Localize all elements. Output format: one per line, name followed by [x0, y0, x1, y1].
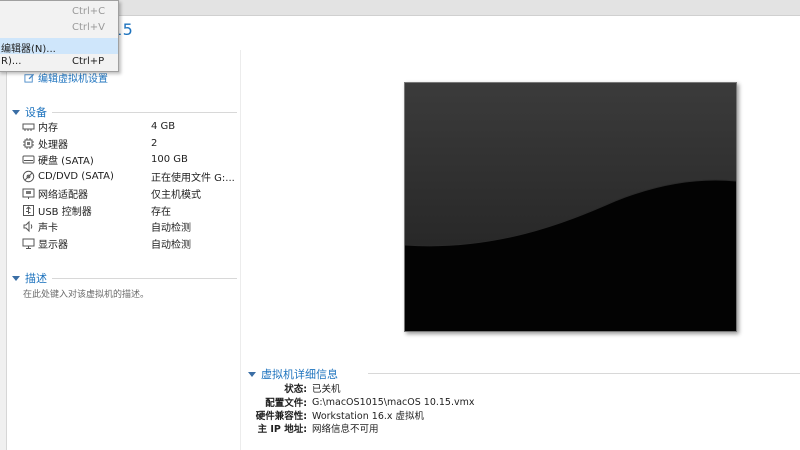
title-bar [0, 0, 800, 16]
detail-value: 网络信息不可用 [312, 424, 379, 435]
device-value: 存在 [151, 206, 171, 218]
menu-item-print[interactable]: R)... Ctrl+P [0, 54, 118, 70]
device-value: 自动检测 [151, 222, 191, 234]
vm-preview-image [405, 83, 736, 331]
library-pane-edge [0, 15, 7, 450]
device-row-display[interactable]: 显示器 自动检测 [22, 235, 237, 251]
detail-label: 状态: [284, 384, 307, 395]
device-value: 4 GB [151, 120, 176, 132]
memory-icon [22, 123, 35, 131]
section-divider [52, 277, 237, 279]
device-row-memory[interactable]: 内存 4 GB [22, 118, 237, 134]
device-value: 自动检测 [151, 239, 191, 251]
detail-row-status: 状态: 已关机 [250, 381, 790, 395]
device-row-cd-dvd[interactable]: CD/DVD (SATA) 正在使用文件 G:... [22, 168, 237, 184]
network-adapter-icon [22, 188, 35, 199]
description-section-header[interactable]: 描述 [12, 270, 237, 286]
description-header-label: 描述 [25, 272, 47, 285]
device-value: 正在使用文件 G:... [151, 172, 235, 184]
device-name: 声卡 [38, 222, 58, 234]
menu-item-label: R)... [1, 56, 22, 67]
sound-card-icon [23, 220, 33, 232]
detail-row-ip-address: 主 IP 地址: 网络信息不可用 [250, 421, 790, 435]
device-value: 2 [151, 137, 158, 149]
detail-value: 已关机 [312, 384, 341, 395]
monitor-icon [22, 238, 35, 249]
device-row-network-adapter[interactable]: 网络适配器 仅主机模式 [22, 185, 237, 201]
cpu-icon [23, 137, 34, 149]
context-menu: Ctrl+C Ctrl+V 编辑器(N)... R)... Ctrl+P [0, 0, 119, 72]
menu-item-paste[interactable]: Ctrl+V [0, 20, 118, 36]
device-name: 处理器 [38, 139, 68, 151]
section-divider [368, 373, 800, 374]
detail-label: 硬件兼容性: [255, 411, 307, 422]
cd-dvd-icon [22, 170, 35, 182]
device-name: 硬盘 (SATA) [38, 155, 94, 167]
device-value: 100 GB [151, 153, 188, 165]
menu-item-label: 编辑器(N)... [1, 44, 56, 55]
device-name: 网络适配器 [38, 189, 88, 201]
detail-row-hw-compat: 硬件兼容性: Workstation 16.x 虚拟机 [250, 408, 790, 422]
menu-item-shortcut: Ctrl+P [72, 56, 105, 67]
menu-item-copy[interactable]: Ctrl+C [0, 4, 118, 20]
detail-value: G:\macOS1015\macOS 10.15.vmx [312, 396, 475, 408]
menu-item-shortcut: Ctrl+C [72, 6, 106, 17]
device-row-sound-card[interactable]: 声卡 自动检测 [22, 218, 237, 234]
collapse-triangle-icon [12, 109, 20, 115]
edit-settings-icon [24, 73, 35, 83]
collapse-triangle-icon [12, 275, 20, 281]
collapse-triangle-icon [248, 371, 256, 377]
detail-value: Workstation 16.x 虚拟机 [312, 411, 425, 422]
detail-label: 配置文件: [265, 398, 307, 409]
menu-item-shortcut: Ctrl+V [72, 22, 106, 33]
edit-vm-settings-link[interactable]: 编辑虚拟机设置 [24, 70, 108, 85]
device-row-processor[interactable]: 处理器 2 [22, 135, 237, 151]
menu-item-editor[interactable]: 编辑器(N)... [0, 38, 118, 55]
device-value: 仅主机模式 [151, 189, 201, 201]
detail-label: 主 IP 地址: [257, 424, 307, 435]
description-placeholder[interactable]: 在此处键入对该虚拟机的描述。 [23, 287, 149, 300]
device-name: 显示器 [38, 239, 68, 251]
device-name: USB 控制器 [38, 206, 92, 218]
hard-disk-icon [22, 155, 35, 163]
vm-details-header-label: 虚拟机详细信息 [261, 368, 338, 381]
device-name: CD/DVD (SATA) [38, 170, 114, 182]
device-row-usb-controller[interactable]: USB 控制器 存在 [22, 202, 237, 218]
usb-icon [23, 204, 34, 216]
section-divider [52, 111, 237, 113]
edit-vm-settings-label: 编辑虚拟机设置 [38, 74, 108, 85]
vm-details-header[interactable]: 虚拟机详细信息 [248, 366, 338, 382]
vm-preview-screen[interactable] [404, 82, 737, 332]
detail-row-config-file: 配置文件: G:\macOS1015\macOS 10.15.vmx [250, 395, 790, 410]
device-name: 内存 [38, 122, 58, 134]
pane-divider [240, 50, 241, 450]
device-row-hard-disk[interactable]: 硬盘 (SATA) 100 GB [22, 151, 237, 167]
